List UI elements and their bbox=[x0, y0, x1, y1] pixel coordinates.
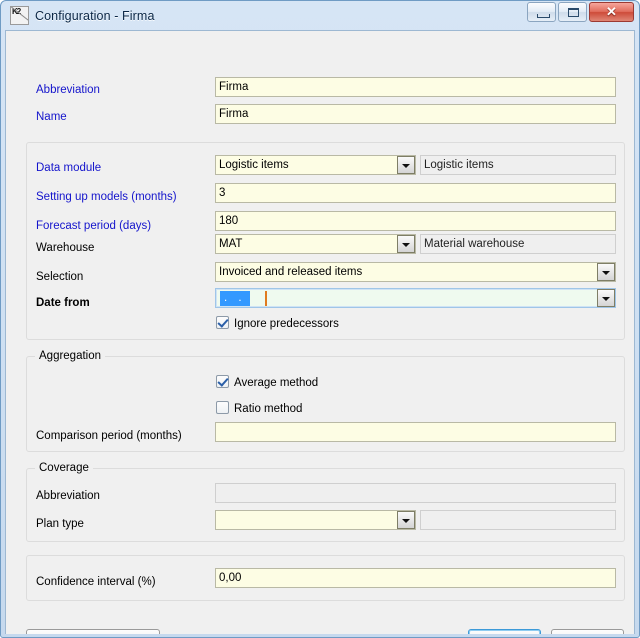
ignore-predecessors-label: Ignore predecessors bbox=[234, 317, 339, 331]
warehouse-combo[interactable]: MAT bbox=[215, 234, 416, 254]
plan-type-label: Plan type bbox=[36, 517, 84, 531]
app-icon bbox=[10, 6, 29, 25]
warehouse-dropdown-icon[interactable] bbox=[397, 235, 415, 253]
plan-type-combo[interactable] bbox=[215, 510, 416, 530]
selection-dropdown-icon[interactable] bbox=[597, 263, 615, 281]
data-module-combo[interactable]: Logistic items bbox=[215, 155, 416, 175]
maximize-button[interactable] bbox=[558, 2, 587, 22]
abbreviation-label: Abbreviation bbox=[36, 83, 100, 97]
comparison-period-label: Comparison period (months) bbox=[36, 429, 182, 443]
setting-up-models-input[interactable]: 3 bbox=[215, 183, 616, 203]
coverage-abbreviation-label: Abbreviation bbox=[36, 489, 100, 503]
close-button[interactable]: ✕ bbox=[589, 2, 634, 22]
data-module-description: Logistic items bbox=[420, 155, 616, 175]
name-label: Name bbox=[36, 110, 67, 124]
text-caret bbox=[265, 291, 267, 306]
abbreviation-input[interactable]: Firma bbox=[215, 77, 616, 97]
title-bar: Configuration - Firma ✕ bbox=[5, 1, 635, 30]
coverage-abbreviation-input bbox=[215, 483, 616, 503]
confidence-interval-label: Confidence interval (%) bbox=[36, 575, 156, 589]
selection-combo[interactable]: Invoiced and released items bbox=[215, 262, 616, 282]
coverage-configuration-button[interactable]: Coverage configuration bbox=[26, 629, 160, 634]
selection-label: Selection bbox=[36, 270, 83, 284]
ratio-method-label: Ratio method bbox=[234, 402, 302, 416]
client-area: Abbreviation Firma Name Firma Data modul… bbox=[5, 30, 635, 634]
date-from-label: Date from bbox=[36, 296, 90, 310]
forecast-period-input[interactable]: 180 bbox=[215, 211, 616, 231]
maximize-icon bbox=[568, 8, 579, 17]
name-input[interactable]: Firma bbox=[215, 104, 616, 124]
ignore-predecessors-checkbox[interactable] bbox=[216, 316, 229, 329]
plan-type-dropdown-icon[interactable] bbox=[397, 511, 415, 529]
ok-button[interactable]: OK bbox=[468, 629, 541, 634]
aggregation-title: Aggregation bbox=[35, 349, 105, 363]
warehouse-label: Warehouse bbox=[36, 241, 94, 255]
ratio-method-checkbox[interactable] bbox=[216, 401, 229, 414]
minimize-button[interactable] bbox=[527, 2, 556, 22]
coverage-group: Coverage bbox=[26, 468, 625, 542]
date-from-input[interactable]: . . bbox=[215, 288, 616, 308]
window-title: Configuration - Firma bbox=[35, 9, 155, 23]
close-icon: ✕ bbox=[590, 3, 633, 21]
average-method-checkbox[interactable] bbox=[216, 375, 229, 388]
coverage-title: Coverage bbox=[35, 461, 93, 475]
date-from-selection: . . bbox=[220, 291, 250, 306]
warehouse-description: Material warehouse bbox=[420, 234, 616, 254]
forecast-period-label: Forecast period (days) bbox=[36, 219, 151, 233]
setting-up-models-label: Setting up models (months) bbox=[36, 190, 177, 204]
plan-type-description bbox=[420, 510, 616, 530]
cancel-button[interactable]: Cancel bbox=[551, 629, 624, 634]
date-from-dropdown-icon[interactable] bbox=[597, 289, 615, 307]
confidence-interval-input[interactable]: 0,00 bbox=[215, 568, 616, 588]
configuration-window: Configuration - Firma ✕ Abbreviation Fir… bbox=[0, 0, 640, 638]
average-method-label: Average method bbox=[234, 376, 318, 390]
window-controls: ✕ bbox=[527, 2, 634, 22]
data-module-label: Data module bbox=[36, 161, 101, 175]
comparison-period-input[interactable] bbox=[215, 422, 616, 442]
minimize-icon bbox=[537, 14, 550, 18]
data-module-dropdown-icon[interactable] bbox=[397, 156, 415, 174]
